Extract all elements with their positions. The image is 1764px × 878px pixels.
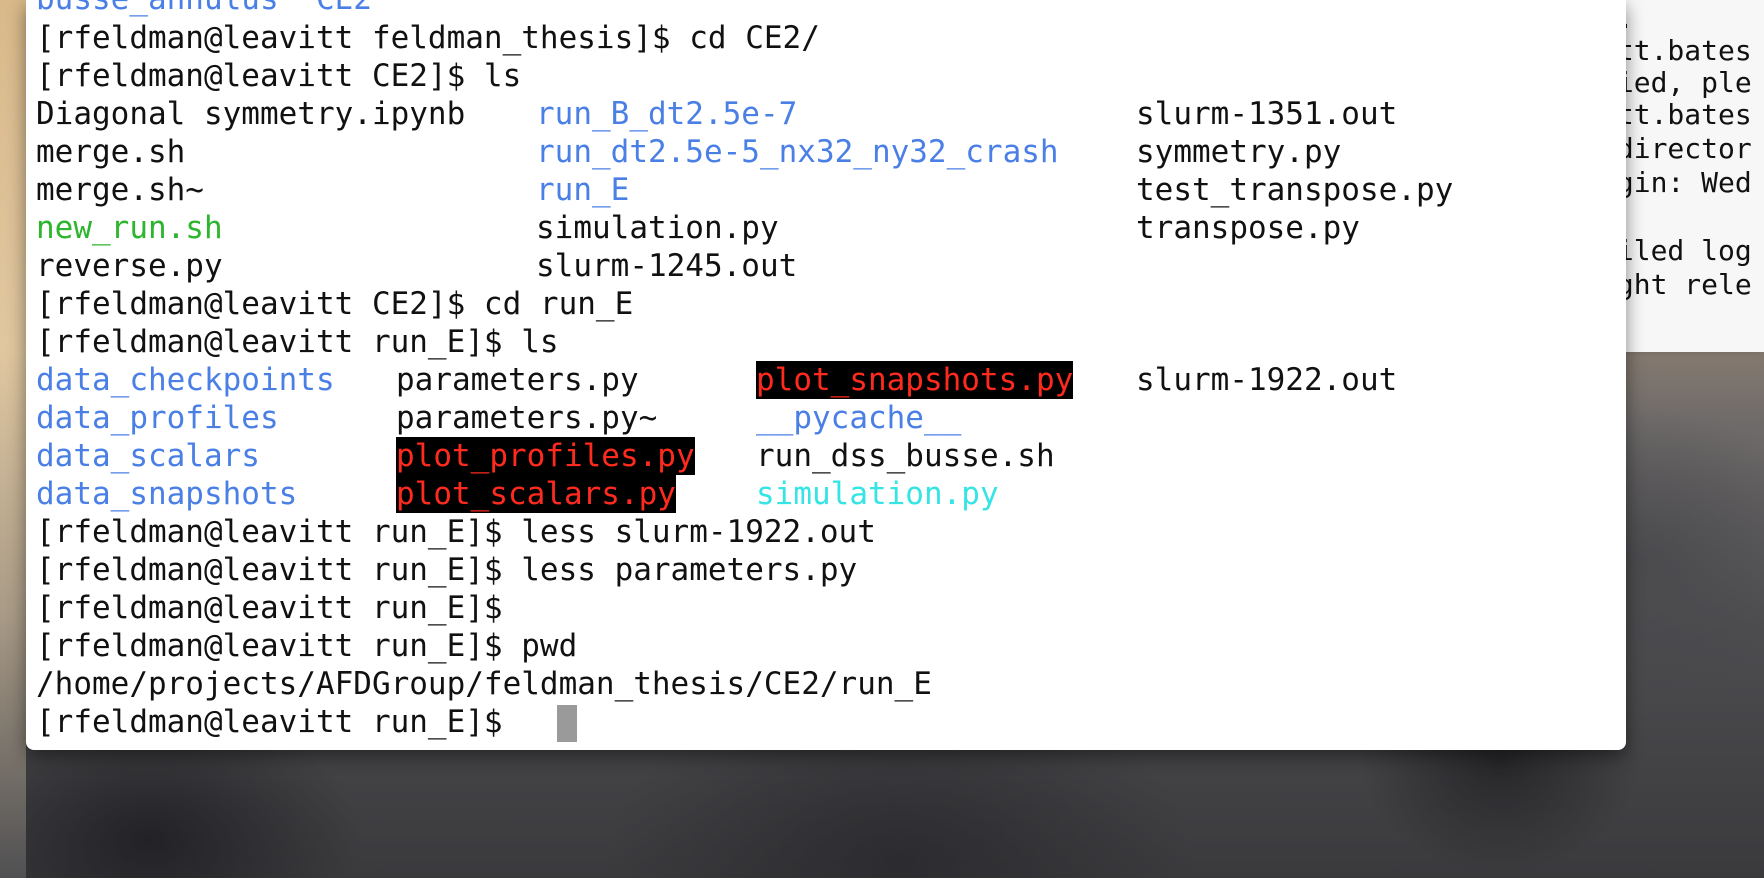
- terminal-prompt-line[interactable]: [rfeldman@leavitt run_E]$: [36, 703, 521, 741]
- background-window-edge: [0, 0, 26, 878]
- terminal-command-line: [rfeldman@leavitt CE2]$ ls: [36, 58, 522, 94]
- terminal-window[interactable]: busse_annulus CE2 [rfeldman@leavitt feld…: [26, 0, 1626, 750]
- listing-entry: run_dss_busse.sh: [756, 438, 1055, 474]
- listing-entry: run_B_dt2.5e-7: [536, 96, 798, 132]
- listing-entry: plot_profiles.py: [396, 437, 695, 475]
- listing-entry: data_snapshots: [36, 476, 298, 512]
- terminal-command-line: [rfeldman@leavitt CE2]$ cd run_E: [36, 286, 634, 322]
- listing-entry: __pycache__: [756, 400, 962, 436]
- listing-entry: transpose.py: [1136, 210, 1360, 246]
- listing-entry: simulation.py: [536, 210, 779, 246]
- listing-entry: plot_snapshots.py: [756, 361, 1074, 399]
- listing-entry: reverse.py: [36, 248, 223, 284]
- listing-entry: parameters.py: [396, 362, 639, 398]
- terminal-command-line: [rfeldman@leavitt run_E]$: [36, 590, 503, 626]
- terminal-command-line: [rfeldman@leavitt run_E]$ ls: [36, 324, 559, 360]
- listing-entry: slurm-1922.out: [1136, 362, 1398, 398]
- terminal-command-line: [rfeldman@leavitt run_E]$ less parameter…: [36, 552, 858, 588]
- listing-entry: data_checkpoints: [36, 362, 335, 398]
- listing-entry: merge.sh: [36, 134, 186, 170]
- listing-entry: new_run.sh: [36, 210, 223, 246]
- listing-entry: run_dt2.5e-5_nx32_ny32_crash: [536, 134, 1059, 170]
- listing-entry: simulation.py: [756, 476, 999, 512]
- listing-entry: data_profiles: [36, 400, 279, 436]
- listing-entry: data_scalars: [36, 438, 260, 474]
- listing-entry: run_E: [536, 172, 630, 208]
- terminal-output-line: /home/projects/AFDGroup/feldman_thesis/C…: [36, 666, 932, 702]
- terminal-command-line: [rfeldman@leavitt run_E]$ less slurm-192…: [36, 514, 876, 550]
- listing-entry: symmetry.py: [1136, 134, 1342, 170]
- listing-entry: slurm-1351.out: [1136, 96, 1398, 132]
- text-cursor: [557, 705, 577, 742]
- terminal-partial-line: busse_annulus CE2: [36, 0, 372, 18]
- terminal-command-line: [rfeldman@leavitt run_E]$ pwd: [36, 628, 578, 664]
- listing-entry: merge.sh~: [36, 172, 204, 208]
- listing-entry: Diagonal symmetry.ipynb: [36, 96, 466, 132]
- listing-entry: slurm-1245.out: [536, 248, 798, 284]
- listing-entry: parameters.py~: [396, 400, 658, 436]
- terminal-command-line: [rfeldman@leavitt feldman_thesis]$ cd CE…: [36, 20, 820, 56]
- listing-entry: plot_scalars.py: [396, 475, 676, 513]
- listing-entry: test_transpose.py: [1136, 172, 1454, 208]
